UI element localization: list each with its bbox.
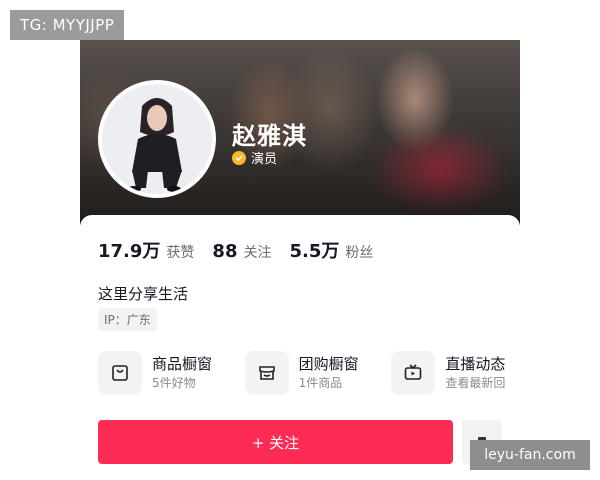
- feature-group-buy[interactable]: 团购橱窗 1件商品: [244, 351, 392, 395]
- feature-title: 直播动态: [445, 355, 506, 373]
- verified-badge-icon: [232, 150, 246, 165]
- stat-value: 88: [212, 241, 238, 262]
- stat-label: 获赞: [166, 245, 195, 261]
- stats-row: 17.9万 获赞 88 关注 5.5万 粉丝: [98, 237, 391, 263]
- profile-screen: 赵雅淇 演员 17.9万 获赞 88 关注 5.5万 粉丝 这里分享生活 IP：…: [80, 40, 520, 480]
- stat-label: 粉丝: [345, 245, 374, 261]
- bag-icon: [98, 351, 142, 395]
- follow-button[interactable]: + 关注: [98, 420, 453, 464]
- feature-title: 商品橱窗: [152, 355, 213, 373]
- stat-likes[interactable]: 17.9万 获赞: [98, 237, 194, 263]
- profile-name: 赵雅淇: [232, 122, 307, 150]
- store-icon: [244, 351, 289, 395]
- feature-subtitle: 查看最新回: [445, 376, 506, 390]
- watermark-top-left: TG: MYYJJPP: [10, 10, 125, 40]
- role-label: 演员: [251, 152, 278, 167]
- feature-product-showcase[interactable]: 商品橱窗 5件好物: [98, 351, 245, 395]
- stat-value: 5.5万: [289, 241, 340, 262]
- feature-row: 商品橱窗 5件好物 团购橱窗 1件商品 直播动态 查看最新回: [98, 351, 520, 395]
- profile-card: 17.9万 获赞 88 关注 5.5万 粉丝 这里分享生活 IP：广东 商品橱窗: [80, 215, 520, 480]
- avatar[interactable]: [98, 80, 216, 198]
- feature-subtitle: 1件商品: [298, 376, 343, 390]
- feature-title: 团购橱窗: [298, 355, 359, 373]
- feature-live-updates[interactable]: 直播动态 查看最新回: [391, 351, 520, 395]
- stat-followers[interactable]: 5.5万 粉丝: [289, 237, 373, 263]
- feature-subtitle: 5件好物: [152, 376, 196, 390]
- stat-following[interactable]: 88 关注: [212, 241, 271, 262]
- tv-icon: [391, 351, 436, 395]
- stat-label: 关注: [243, 245, 272, 261]
- profile-bio: 这里分享生活: [98, 285, 189, 303]
- verified-role: 演员: [232, 148, 277, 167]
- avatar-photo: [102, 84, 212, 194]
- stat-value: 17.9万: [98, 241, 161, 262]
- ip-location-tag: IP：广东: [98, 308, 157, 331]
- watermark-bottom-right: leyu-fan.com: [470, 440, 590, 470]
